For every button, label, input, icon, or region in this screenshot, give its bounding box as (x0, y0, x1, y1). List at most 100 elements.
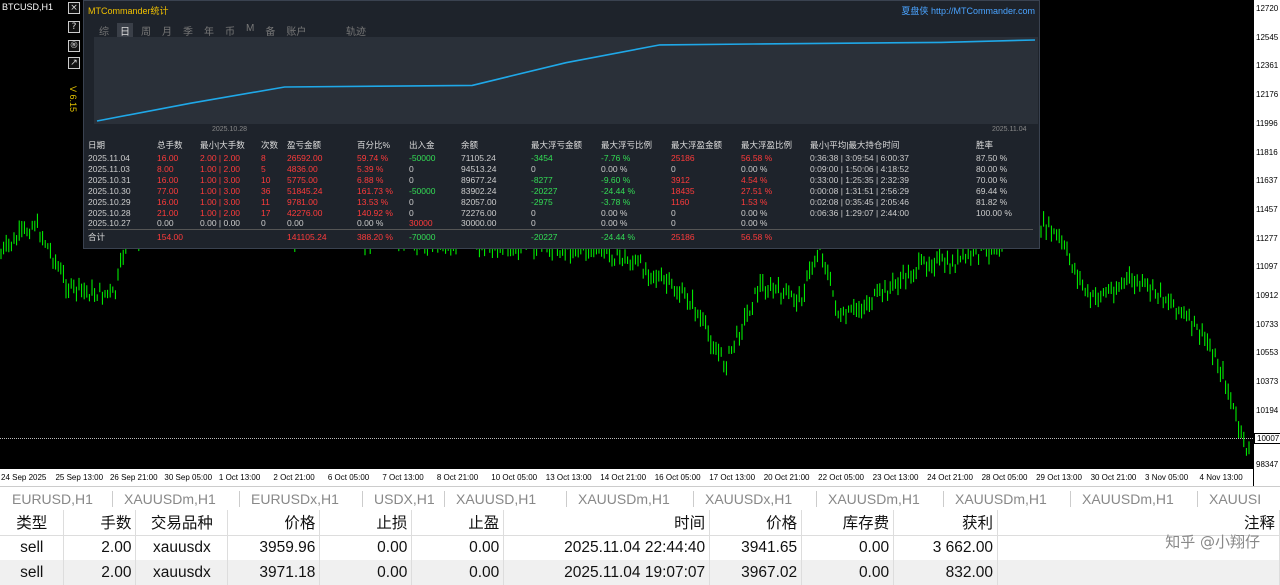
symbol-tab[interactable]: XAUUSDm,H1 (828, 491, 920, 507)
stats-cell: 9781.00 (287, 196, 318, 207)
orders-header[interactable]: 库存费 (801, 510, 895, 536)
time-tick: 17 Oct 13:00 (709, 473, 756, 482)
time-tick: 24 Oct 21:00 (927, 473, 973, 482)
stats-cell: 87.50 % (976, 152, 1008, 163)
settings-icon[interactable]: ® (68, 40, 80, 52)
symbol-tab[interactable]: XAUUSDm,H1 (124, 491, 216, 507)
period-tab[interactable]: 账户 (283, 23, 309, 38)
mt4-terminal: BTCUSD,H1 × ? ® ↗ V 6.15 12720 12545 12361… (0, 0, 1280, 585)
period-tab[interactable]: 币 (222, 23, 238, 38)
stats-cell: 2025.10.27 (88, 218, 131, 229)
expand-icon[interactable]: ↗ (68, 57, 80, 69)
symbol-tab[interactable]: XAUUSD,H1 (456, 491, 536, 507)
order-cell: 0.00 (411, 560, 505, 585)
equity-line (96, 39, 1036, 122)
symbol-tab[interactable]: XAUUSI (1209, 491, 1261, 507)
period-tab[interactable]: 日 (117, 23, 133, 38)
time-tick: 8 Oct 21:00 (436, 473, 479, 482)
order-cell: 3 662.00 (893, 535, 999, 560)
stats-total-cell: 154.00 (157, 228, 200, 243)
stats-cell: 17 (261, 207, 271, 218)
order-cell: sell (0, 535, 65, 560)
stats-cell: 0.00 % (741, 218, 768, 229)
orders-header[interactable]: 交易品种 (135, 510, 229, 536)
time-tick: 29 Oct 13:00 (1036, 473, 1082, 482)
price-chart[interactable]: BTCUSD,H1 × ? ® ↗ V 6.15 12720 12545 12361… (0, 0, 1280, 486)
help-icon[interactable]: ? (68, 21, 80, 33)
orders-header[interactable]: 价格 (227, 510, 321, 536)
stats-cell: 3912 (671, 174, 690, 185)
time-tick: 6 Oct 05:00 (327, 473, 370, 482)
orders-header[interactable]: 止盈 (411, 510, 505, 536)
tab-separator (1197, 491, 1198, 507)
chart-symbol-label: BTCUSD,H1 (2, 2, 54, 12)
period-tab[interactable]: 年 (201, 23, 217, 38)
symbol-tab[interactable]: XAUUSDm,H1 (578, 491, 670, 507)
order-row[interactable]: sell 2.00 xauusdx 3959.96 0.00 0.00 2025.11.04… (0, 535, 1280, 560)
orders-header[interactable]: 价格 (709, 510, 803, 536)
period-tab[interactable]: 综 (96, 23, 112, 38)
stats-cell: -24.44 % (601, 185, 636, 196)
stats-cell: 0 (671, 218, 676, 229)
period-tab[interactable]: 季 (180, 23, 196, 38)
stats-cell: 13.53 % (357, 196, 389, 207)
chart-symbol-tabs: EURUSD,H1 XAUUSDm,H1 EURUSDx,H1 USDX,H1 XAUU… (0, 486, 1280, 510)
tab-separator (943, 491, 944, 507)
time-tick: 20 Oct 21:00 (763, 473, 810, 482)
order-cell: 3941.65 (709, 535, 803, 560)
stats-cell: 42276.00 (287, 207, 323, 218)
stats-header: 最大浮亏金额 (531, 140, 583, 150)
stats-total-cell: 56.58 % (741, 228, 810, 243)
equity-curve-chart (94, 37, 1038, 124)
close-icon[interactable]: × (68, 2, 80, 14)
brand-name: 夏盘侠 (901, 6, 929, 16)
watermark: 知乎 @小翔仔 (1165, 533, 1260, 551)
stats-header: 总手数 (157, 140, 183, 150)
orders-header[interactable]: 时间 (503, 510, 711, 536)
orders-header[interactable]: 止损 (319, 510, 413, 536)
stats-cell: 0 (261, 218, 266, 229)
stats-cell: 36 (261, 185, 271, 196)
orders-header[interactable]: 类型 (0, 510, 65, 536)
stats-cell: 2025.10.28 (88, 207, 131, 218)
symbol-tab[interactable]: USDX,H1 (374, 491, 435, 507)
stats-cell: 0:06:36 | 1:29:07 | 2:44:00 (810, 207, 909, 218)
symbol-tab[interactable]: XAUUSDm,H1 (1082, 491, 1174, 507)
equity-start-date: 2025.10.28 (212, 126, 248, 133)
stats-cell: 0 (531, 218, 536, 229)
stats-cell: 0 (409, 163, 414, 174)
stats-cell: 0:36:38 | 3:09:54 | 6:00:37 (810, 152, 909, 163)
equity-polyline (96, 39, 1036, 122)
stats-cell: 1.00 | 2.00 (200, 207, 241, 218)
stats-cell: 100.00 % (976, 207, 1012, 218)
order-cell: 2.00 (63, 560, 137, 585)
stats-cell: 81.82 % (976, 196, 1008, 207)
time-tick: 13 Oct 13:00 (545, 473, 592, 482)
brand-url[interactable]: http://MTCommander.com (931, 6, 1035, 16)
stats-header: 百分比% (357, 140, 391, 150)
price-tick: 10373 (1256, 377, 1279, 387)
time-axis: 24 Sep 2025 25 Sep 13:00 26 Sep 21:00 30 Se… (0, 469, 1253, 486)
period-tab[interactable]: 备 (262, 23, 278, 38)
panel-title: MTCommander统计 (88, 6, 169, 16)
time-tick: 4 Nov 13:00 (1199, 473, 1243, 482)
orders-header[interactable]: 获利 (893, 510, 999, 536)
symbol-tab[interactable]: XAUUSDx,H1 (705, 491, 792, 507)
stats-total-cell: 141105.24 (287, 228, 357, 243)
symbol-tab[interactable]: EURUSD,H1 (12, 491, 93, 507)
period-tab[interactable]: 月 (159, 23, 175, 38)
order-row[interactable]: sell 2.00 xauusdx 3971.18 0.00 0.00 2025.11.04… (0, 560, 1280, 585)
stats-cell: 0 (671, 163, 676, 174)
price-tick: 12361 (1256, 61, 1279, 71)
period-tab[interactable]: 周 (138, 23, 154, 38)
stats-cell: 2025.10.29 (88, 196, 131, 207)
brand-link[interactable]: 夏盘侠 http://MTCommander.com (901, 4, 1035, 17)
orders-header[interactable]: 手数 (63, 510, 137, 536)
symbol-tab[interactable]: XAUUSDm,H1 (955, 491, 1047, 507)
tab-separator (444, 491, 445, 507)
stats-cell: 0.00 | 0.00 (200, 218, 241, 229)
symbol-tab[interactable]: EURUSDx,H1 (251, 491, 339, 507)
time-tick: 7 Oct 13:00 (382, 473, 424, 482)
period-tab[interactable]: M (243, 23, 257, 38)
tab-trajectory[interactable]: 轨迹 (346, 23, 366, 38)
